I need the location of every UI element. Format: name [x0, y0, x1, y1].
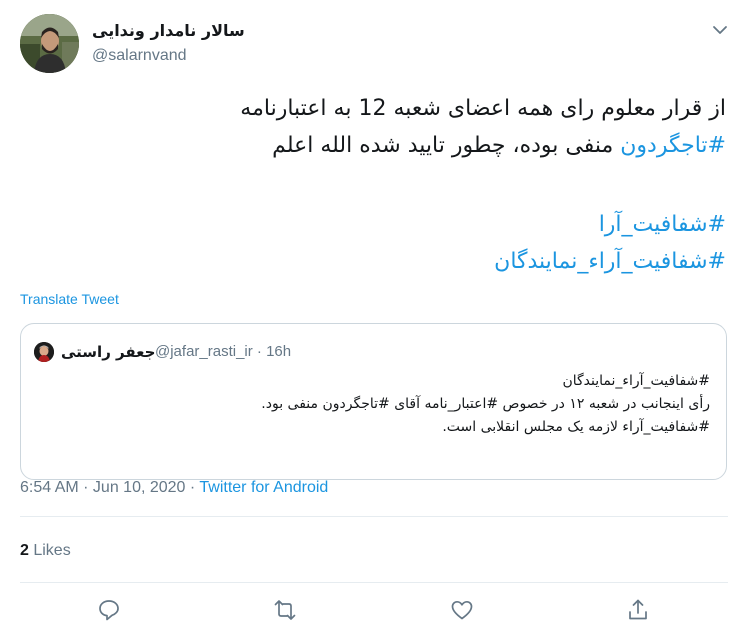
quoted-tweet-text: #شفافیت_آراء_نمایندگان رأی اینجانب در شع…: [40, 370, 710, 439]
tweet-line-4: #شفافیت_آراء_نمایندگان: [26, 243, 726, 280]
quoted-author-handle: @jafar_rasti_ir · 16h: [155, 343, 292, 360]
share-icon[interactable]: [625, 597, 651, 623]
chevron-down-icon[interactable]: [710, 20, 730, 40]
retweet-icon[interactable]: [272, 597, 298, 623]
likes-number: 2: [20, 542, 29, 559]
tweet-line-3: #شفافیت_آرا: [26, 206, 726, 243]
heart-icon[interactable]: [449, 597, 475, 623]
quoted-line-1: #شفافیت_آراء_نمایندگان: [562, 373, 710, 389]
author-handle[interactable]: @salarnvand: [92, 45, 245, 67]
tweet-header: سالار نامدار وندایی @salarnvand: [20, 14, 730, 74]
quoted-author-name: جعفر راستی: [61, 343, 156, 361]
hashtag-tajgardoon[interactable]: #تاجگردون: [620, 133, 726, 158]
quoted-tweet-header: جعفر راستی @jafar_rasti_ir · 16h: [34, 341, 354, 363]
quoted-line-2: رأی اینجانب در شعبه ۱۲ در خصوص #اعتبار_ن…: [261, 396, 710, 412]
likes-count[interactable]: 2 Likes: [20, 540, 71, 562]
tweet-timestamp[interactable]: 6:54 AM · Jun 10, 2020 ·: [20, 479, 199, 496]
likes-label: Likes: [28, 542, 71, 559]
divider: [20, 516, 728, 517]
quoted-author-avatar: [34, 342, 54, 362]
quoted-line-3: #شفافیت_آراء لازمه یک مجلس انقلابی است.: [442, 419, 710, 435]
reply-icon[interactable]: [96, 597, 122, 623]
quoted-tweet[interactable]: جعفر راستی @jafar_rasti_ir · 16h #شفافیت…: [20, 323, 727, 480]
tweet-line-2-text: منفی بوده، چطور تایید شده الله اعلم: [272, 133, 621, 158]
tweet-actions: [0, 597, 748, 627]
tweet-source-link[interactable]: Twitter for Android: [199, 479, 328, 496]
author-avatar[interactable]: [20, 14, 79, 73]
tweet-line-2: #تاجگردون منفی بوده، چطور تایید شده الله…: [26, 127, 726, 164]
divider: [20, 582, 728, 583]
tweet-text: از قرار معلوم رای همه اعضای شعبه 12 به ا…: [26, 90, 726, 280]
author-name[interactable]: سالار نامدار وندایی: [92, 20, 245, 42]
hashtag-transparency-votes[interactable]: #شفافیت_آرا: [599, 212, 726, 237]
hashtag-transparency-representatives[interactable]: #شفافیت_آراء_نمایندگان: [494, 249, 726, 274]
translate-tweet-link[interactable]: Translate Tweet: [20, 291, 119, 307]
tweet-line-1: از قرار معلوم رای همه اعضای شعبه 12 به ا…: [240, 96, 726, 121]
tweet-meta: 6:54 AM · Jun 10, 2020 · Twitter for And…: [20, 477, 328, 499]
author-info[interactable]: سالار نامدار وندایی @salarnvand: [92, 20, 245, 67]
